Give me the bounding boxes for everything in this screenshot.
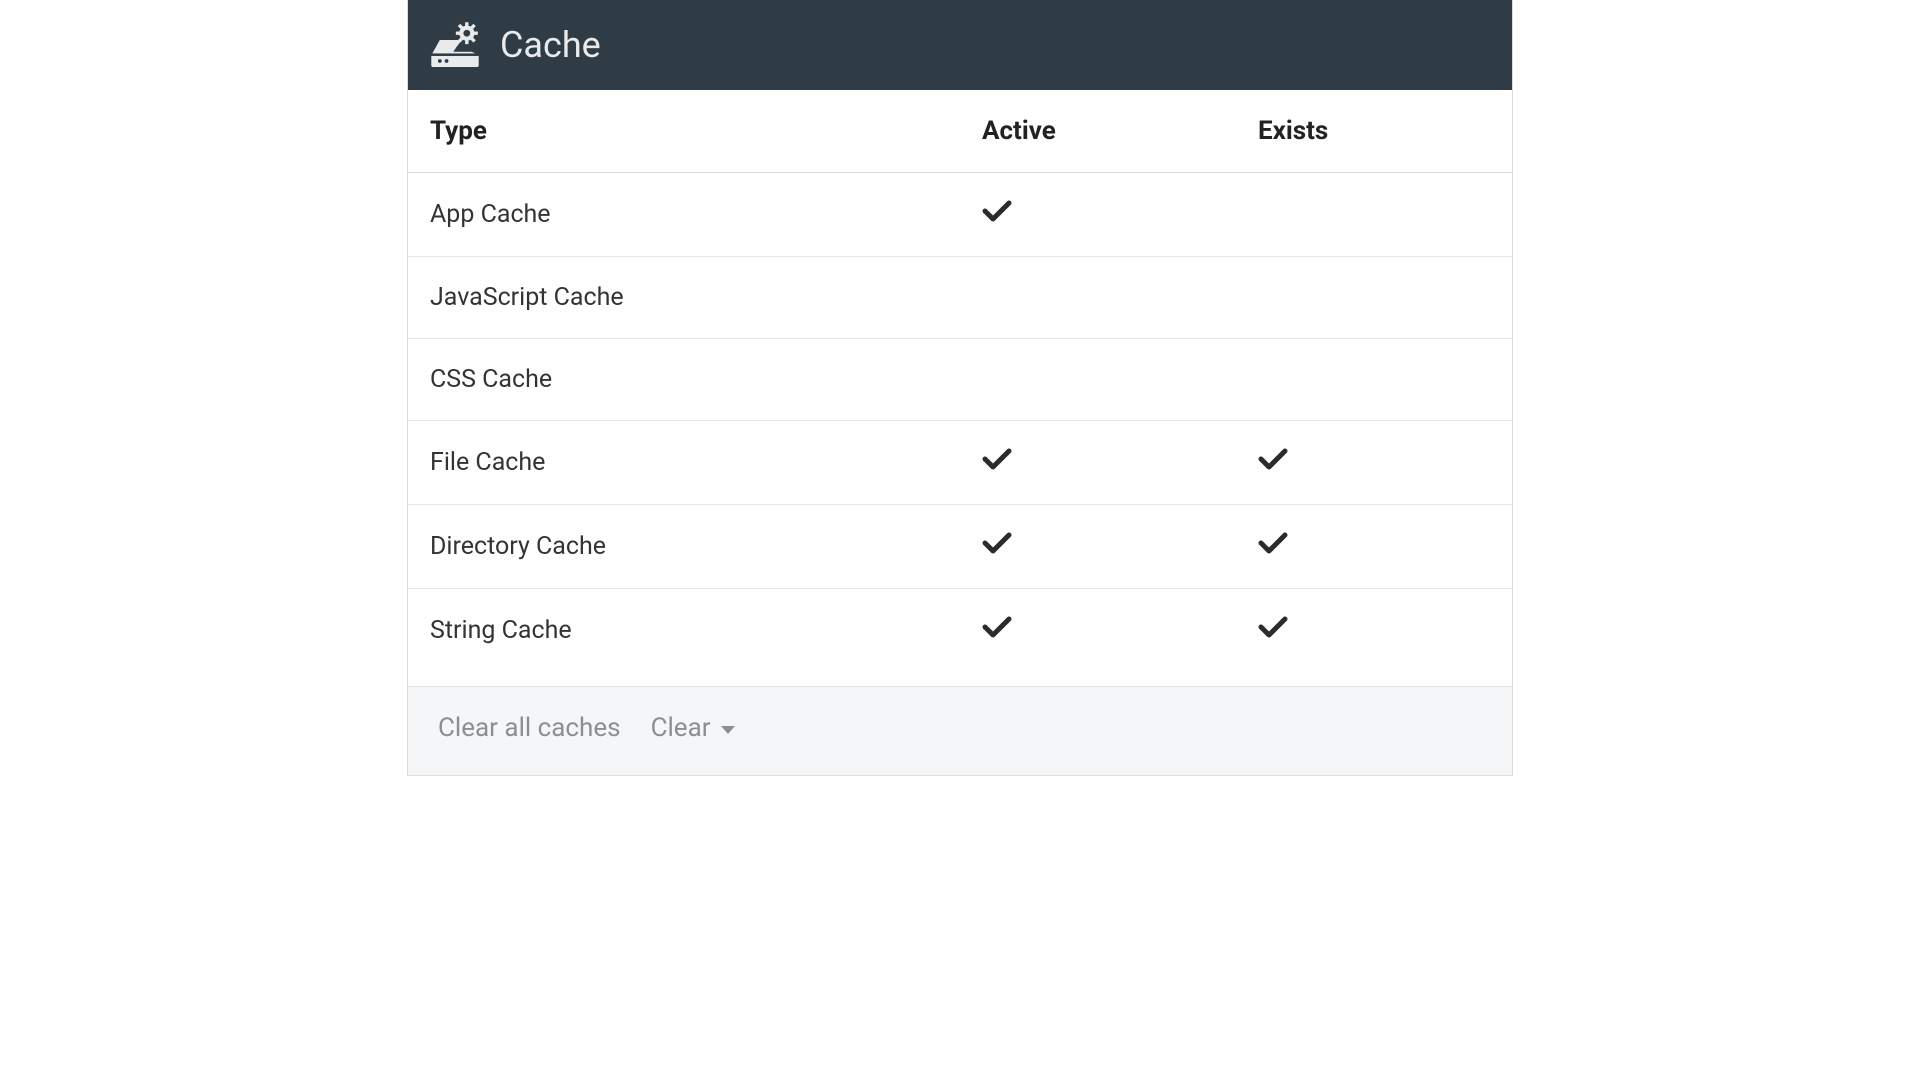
cache-type-cell: CSS Cache [408,339,960,421]
column-header-active: Active [960,90,1236,173]
cache-active-cell [960,421,1236,505]
cache-type-cell: App Cache [408,173,960,257]
panel-header: Cache [408,0,1512,90]
table-row: File Cache [408,421,1512,505]
cache-exists-cell [1236,505,1512,589]
table-row: JavaScript Cache [408,257,1512,339]
table-row: Directory Cache [408,505,1512,589]
table-row: App Cache [408,173,1512,257]
cache-active-cell [960,589,1236,687]
cache-exists-cell [1236,339,1512,421]
cache-exists-cell [1236,589,1512,687]
cache-drive-gear-icon [428,18,482,72]
table-row: String Cache [408,589,1512,687]
check-icon [1258,615,1288,639]
table-header-row: Type Active Exists [408,90,1512,173]
check-icon [982,531,1012,555]
column-header-exists: Exists [1236,90,1512,173]
caret-down-icon [721,726,735,734]
cache-active-cell [960,257,1236,339]
column-header-type: Type [408,90,960,173]
check-icon [982,615,1012,639]
cache-panel: Cache Type Active Exists App CacheJavaSc… [407,0,1513,776]
check-icon [982,199,1012,223]
table-row: CSS Cache [408,339,1512,421]
clear-dropdown-label: Clear [651,713,711,743]
cache-type-cell: JavaScript Cache [408,257,960,339]
cache-active-cell [960,173,1236,257]
cache-type-cell: String Cache [408,589,960,687]
cache-exists-cell [1236,173,1512,257]
page-title: Cache [500,24,601,66]
panel-footer: Clear all caches Clear [408,686,1512,775]
clear-all-caches-button[interactable]: Clear all caches [432,709,627,747]
cache-exists-cell [1236,421,1512,505]
cache-type-cell: File Cache [408,421,960,505]
check-icon [1258,531,1288,555]
check-icon [1258,447,1288,471]
cache-table: Type Active Exists App CacheJavaScript C… [408,90,1512,686]
cache-type-cell: Directory Cache [408,505,960,589]
cache-active-cell [960,505,1236,589]
cache-exists-cell [1236,257,1512,339]
clear-dropdown-button[interactable]: Clear [645,709,741,747]
check-icon [982,447,1012,471]
cache-active-cell [960,339,1236,421]
